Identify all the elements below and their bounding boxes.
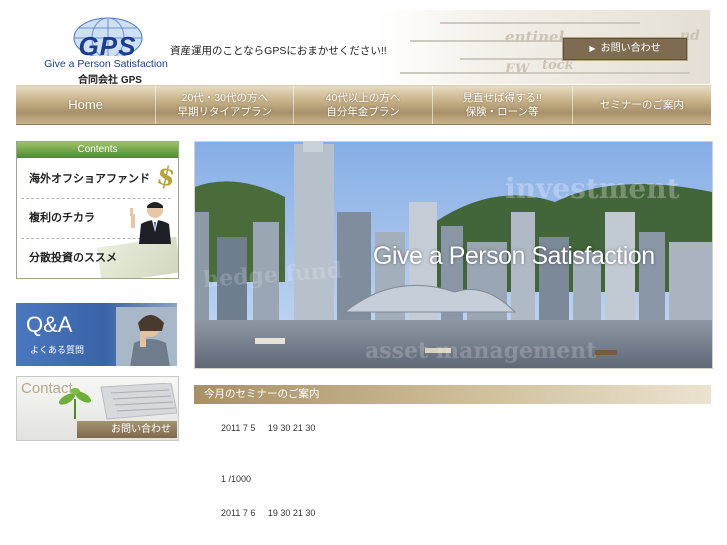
- seminar-line: 2011 7 5 19 30 21 30: [221, 423, 316, 433]
- site-tagline: 資産運用のことならGPSにおまかせください!!: [170, 45, 387, 57]
- nav-seminar[interactable]: セミナーのご案内: [573, 86, 711, 124]
- contents-item-diversified-investment[interactable]: 分散投資のススメ: [17, 239, 178, 277]
- nav-label-line: 保険・ローン等: [465, 106, 539, 118]
- contents-panel: Contents 海外オフショアファンド 複利のチカラ 分散投資のススメ $: [16, 141, 179, 279]
- seminar-line: 2011 7 6 19 30 21 30: [221, 508, 316, 518]
- logo-tagline: Give a Person Satisfaction: [44, 58, 168, 70]
- contents-header: Contents: [17, 142, 178, 158]
- hero-watermark: investment: [505, 172, 680, 205]
- logo[interactable]: GPS Give a Person Satisfaction 合同会社 GPS: [44, 16, 168, 86]
- nav-label-line: 早期リタイアプラン: [177, 106, 273, 118]
- newspaper-word: entinel: [505, 28, 565, 46]
- nav-insurance[interactable]: 見直せば得する!! 保険・ローン等: [433, 86, 573, 124]
- contact-title: Contact: [21, 380, 73, 397]
- contact-subtitle: お問い合わせ: [77, 421, 177, 438]
- hero-banner: investment hedge fund asset management G…: [194, 141, 713, 369]
- contact-banner[interactable]: Contact お問い合わせ: [16, 376, 179, 441]
- nav-home-label: Home: [68, 97, 103, 112]
- businessman-image: [130, 202, 171, 244]
- main-nav: Home 20代・30代の方へ 早期リタイアプラン 40代以上の方へ 自分年金プ…: [16, 85, 711, 125]
- company-name: 合同会社 GPS: [78, 75, 142, 86]
- nav-label-line: 自分年金プラン: [326, 106, 400, 118]
- qa-subtitle: よくある質問: [30, 345, 85, 355]
- play-arrow-icon: ▶: [589, 44, 596, 53]
- nav-pension[interactable]: 40代以上の方へ 自分年金プラン: [294, 86, 433, 124]
- nav-label-line: 40代以上の方へ: [325, 92, 401, 104]
- qa-title: Q&A: [26, 312, 73, 337]
- nav-label-line: 20代・30代の方へ: [181, 92, 268, 104]
- header: entinel tock EW nd GPS Give a Person Sat…: [0, 0, 727, 86]
- nav-early-retire[interactable]: 20代・30代の方へ 早期リタイアプラン: [156, 86, 295, 124]
- nav-label-line: 見直せば得する!!: [462, 92, 542, 104]
- contents-item-offshore-fund[interactable]: 海外オフショアファンド: [17, 160, 178, 198]
- thinking-person-image: [116, 307, 177, 366]
- hero-caption: Give a Person Satisfaction: [373, 242, 655, 270]
- contact-button[interactable]: ▶ お問い合わせ: [562, 37, 688, 61]
- laptop-image: [100, 383, 177, 420]
- newspaper-word: EW: [505, 62, 530, 77]
- nav-label-line: セミナーのご案内: [599, 99, 684, 111]
- contact-button-label: お問い合わせ: [600, 43, 661, 54]
- qa-banner[interactable]: Q&A よくある質問: [16, 303, 177, 366]
- hero-watermark: asset management: [365, 338, 597, 364]
- seminar-line: 1 /1000: [221, 474, 252, 484]
- seminar-section-header: 今月のセミナーのご案内: [194, 385, 711, 404]
- nav-home[interactable]: Home: [16, 86, 157, 124]
